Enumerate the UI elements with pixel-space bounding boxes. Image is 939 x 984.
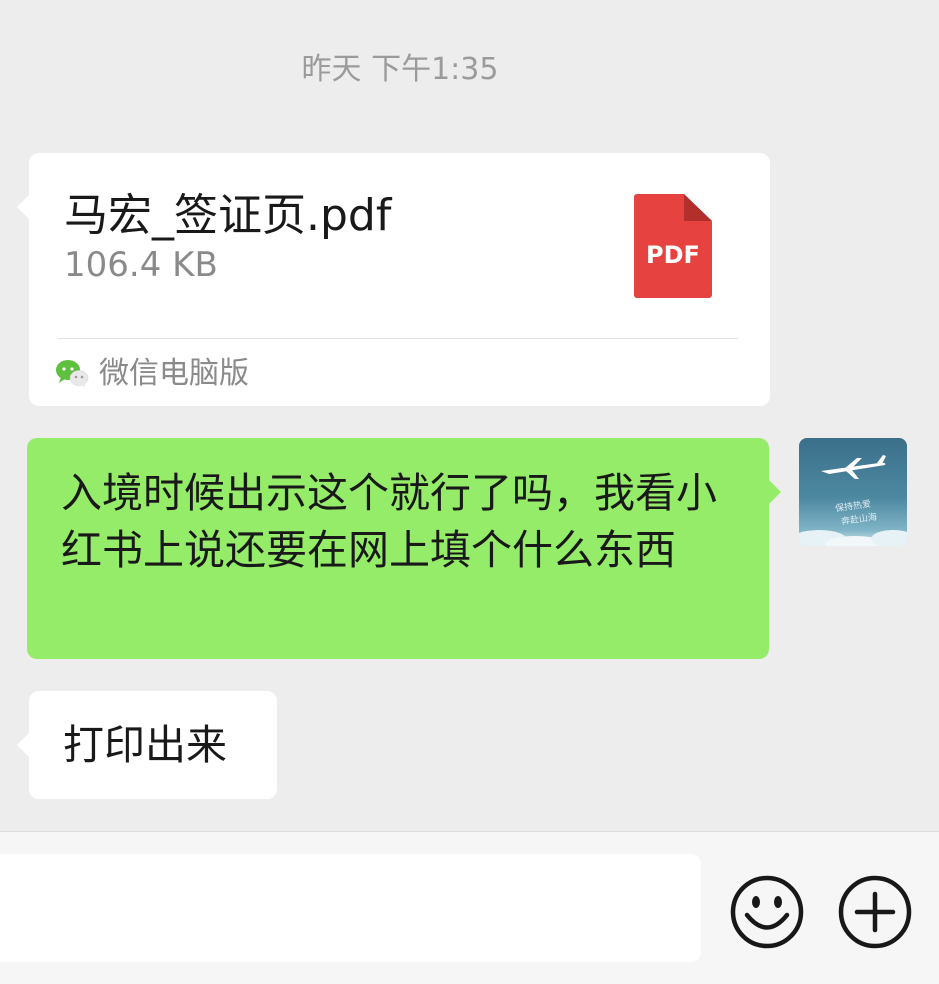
plus-circle-icon[interactable] [837,874,913,950]
card-divider [58,338,738,339]
received-message-bubble[interactable]: 打印出来 [17,691,277,799]
wechat-icon [56,360,89,387]
pdf-icon-label: PDF [646,241,700,269]
emoji-smile-icon[interactable] [729,874,805,950]
avatar[interactable]: 保持热爱 奔赴山海 [799,438,907,546]
chat-input-bar [0,831,939,984]
message-input[interactable] [0,854,701,962]
pdf-icon-fold [684,194,712,221]
message-timestamp: 昨天 下午1:35 [301,52,499,87]
file-message-card[interactable]: 马宏_签证页.pdf 106.4 KB PDF 微信电脑版 [17,153,770,406]
source-label: 微信电脑版 [99,356,249,391]
sent-message-bubble[interactable]: 入境时候出示这个就行了吗，我看小红书上说还要在网上填个什么东西 [27,438,781,659]
airplane-avatar-image: 保持热爱 奔赴山海 [799,455,907,546]
received-message-text: 打印出来 [63,721,227,769]
avatar-caption-line-1: 保持热爱 [834,498,871,515]
sent-message-text: 入境时候出示这个就行了吗，我看小红书上说还要在网上填个什么东西 [61,469,717,574]
file-size: 106.4 KB [64,245,218,285]
avatar-caption-line-2: 奔赴山海 [840,511,877,528]
file-name: 马宏_签证页.pdf [64,190,392,241]
